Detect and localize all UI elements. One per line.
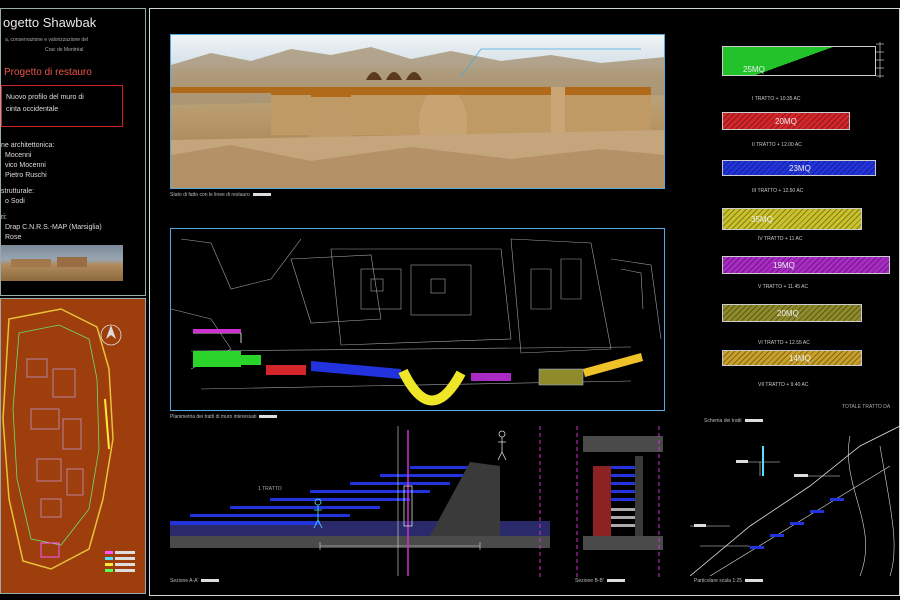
wall-plan	[170, 228, 665, 411]
description-box: Nuovo profilo del muro di cinta occident…	[1, 85, 123, 127]
bar-tratto-3: 23MQ	[722, 160, 876, 176]
bar-scale-marks	[876, 42, 884, 78]
fortress-wall-drawing	[171, 47, 664, 188]
plan-caption: Planimetria dei tratti di muro interessa…	[170, 414, 277, 420]
credits-list: ne architettonica: Mocenni vico Mocenni …	[1, 141, 102, 243]
bar-area-label: 14MQ	[789, 354, 811, 363]
project-title: ogetto Shawbak	[3, 15, 97, 30]
bar-sub-label: VI TRATTO + 12.55 AC	[758, 340, 810, 346]
human-figure-icon	[497, 430, 507, 461]
section-bb-caption: Sezione B-B'	[575, 578, 625, 584]
section-aa-caption: Sezione A-A'	[170, 578, 219, 584]
totals-label: TOTALE TRATTO DA	[842, 404, 891, 410]
north-arrow-icon	[100, 324, 122, 346]
tratto-label: 1 TRATTO	[258, 486, 282, 492]
box-text-line2: cinta occidentale	[6, 106, 59, 113]
credit-line: Rose	[5, 234, 22, 241]
detail-caption: Particolare scala 1:25	[694, 578, 763, 584]
scheme-title: Schema dei tratti	[704, 418, 763, 424]
credit-line: strutturale:	[1, 188, 35, 195]
credit-line: o Sodi	[5, 198, 25, 205]
credit-line: vico Mocenni	[5, 162, 46, 169]
credit-line: Drap C.N.R.S.-MAP (Marsiglia)	[5, 224, 102, 231]
site-plan-drawing	[2, 308, 135, 572]
bar-tratto-4: 35MQ	[722, 208, 862, 230]
bar-area-label: 20MQ	[777, 309, 799, 318]
detail-drawing	[690, 426, 900, 576]
bar-sub-label: I TRATTO + 10.35 AC	[752, 96, 801, 102]
bar-tratto-2: 20MQ	[722, 112, 850, 130]
title-panel: ogetto Shawbak a, conservazione e valori…	[0, 8, 146, 296]
bar-tratto-5: 19MQ	[722, 256, 890, 274]
box-text-line1: Nuovo profilo del muro di	[6, 94, 84, 101]
bar-sub-label: II TRATTO + 12.00 AC	[752, 142, 802, 148]
subtitle-line2: Crac de Montréal	[45, 47, 84, 53]
thumbnail-photo	[1, 245, 123, 281]
credit-line: ri:	[1, 214, 7, 221]
bar-area-label: 25MQ	[743, 65, 765, 74]
section-bb-drawing	[576, 426, 663, 578]
detail-drawing-svg	[690, 426, 900, 576]
bar-area-label: 19MQ	[773, 261, 795, 270]
photo-caption: Stato di fatto con le linee di restauro	[170, 192, 271, 198]
bar-sub-label: IV TRATTO + 11 AC	[758, 236, 803, 242]
elevation-photo	[170, 34, 665, 189]
bar-sub-label: V TRATTO + 11.45 AC	[758, 284, 809, 290]
bar-sub-label: VII TRATTO + 9.40 AC	[758, 382, 809, 388]
bar-tratto-1: 25MQ	[722, 46, 876, 76]
section-aa: 1 TRATTO	[170, 426, 550, 578]
bar-sub-label: III TRATTO + 12.50 AC	[752, 188, 804, 194]
plan-drawing	[171, 238, 662, 406]
bar-area-label: 23MQ	[789, 164, 811, 173]
site-plan-panel	[0, 298, 146, 594]
bar-area-label: 20MQ	[775, 117, 797, 126]
section-title: Progetto di restauro	[4, 67, 92, 78]
bar-tratto-7: 14MQ	[722, 350, 862, 366]
bar-area-label: 35MQ	[751, 215, 773, 224]
credit-line: Pietro Ruschi	[5, 172, 47, 179]
credit-line: Mocenni	[5, 152, 32, 159]
section-aa-drawing	[170, 426, 550, 578]
credit-line: ne architettonica:	[1, 142, 55, 149]
subtitle-line1: a, conservazione e valorizzazione del	[5, 37, 89, 43]
bar-tratto-6: 20MQ	[722, 304, 862, 322]
section-bb	[573, 426, 673, 578]
